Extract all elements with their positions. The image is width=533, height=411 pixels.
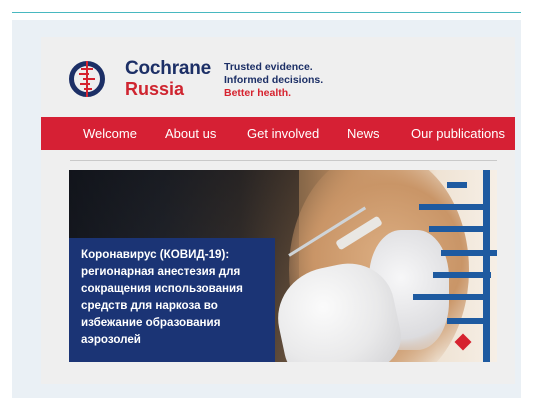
website-screen: Cochrane Russia Trusted evidence. Inform… bbox=[41, 37, 515, 384]
nav-item-welcome[interactable]: Welcome bbox=[83, 126, 137, 141]
hero-headline-line: избежание образования bbox=[81, 316, 221, 329]
nav-item-our-publications[interactable]: Our publications bbox=[411, 126, 505, 141]
hero-headline-line: сокращения использования bbox=[81, 282, 243, 295]
forest-plot-axis bbox=[483, 170, 490, 362]
tagline-line-3: Better health. bbox=[224, 87, 292, 99]
forest-plot-bar bbox=[433, 272, 491, 278]
hero-headline-line: Коронавирус (КОВИД-19): bbox=[81, 248, 230, 261]
nav-item-about-us[interactable]: About us bbox=[165, 126, 216, 141]
brand-wordmark[interactable]: Cochrane Russia bbox=[125, 59, 211, 98]
forest-plot-bar bbox=[447, 318, 489, 324]
cochrane-logo-icon[interactable] bbox=[69, 57, 105, 101]
hero-headline-line: аэрозолей bbox=[81, 333, 141, 346]
hero-headline-line: средств для наркоза во bbox=[81, 299, 218, 312]
forest-plot-bar bbox=[447, 182, 467, 188]
forest-plot-diamond bbox=[454, 333, 472, 351]
tagline-line-2: Informed decisions. bbox=[224, 74, 324, 86]
brand-tagline: Trusted evidence. Informed decisions. Be… bbox=[224, 61, 323, 100]
tagline-line-1: Trusted evidence. bbox=[224, 61, 313, 73]
hero-banner[interactable]: Коронавирус (КОВИД-19): регионарная анес… bbox=[69, 170, 497, 362]
nav-item-get-involved[interactable]: Get involved bbox=[247, 126, 319, 141]
forest-plot-graphic bbox=[407, 170, 497, 362]
brand-name: Cochrane bbox=[125, 58, 212, 79]
forest-plot-bar bbox=[413, 294, 483, 300]
forest-plot-bar bbox=[429, 226, 489, 232]
brand-region: Russia bbox=[125, 79, 185, 99]
screenshot-frame: Cochrane Russia Trusted evidence. Inform… bbox=[12, 20, 521, 398]
content-divider bbox=[70, 160, 497, 161]
forest-plot-bar bbox=[419, 204, 489, 210]
forest-plot-bar bbox=[441, 250, 497, 256]
hero-headline-line: регионарная анестезия для bbox=[81, 265, 241, 278]
hero-headline-panel[interactable]: Коронавирус (КОВИД-19): регионарная анес… bbox=[69, 238, 275, 362]
nav-item-news[interactable]: News bbox=[347, 126, 380, 141]
main-navigation: Welcome About us Get involved News Our p… bbox=[41, 117, 515, 150]
top-divider bbox=[12, 12, 521, 13]
